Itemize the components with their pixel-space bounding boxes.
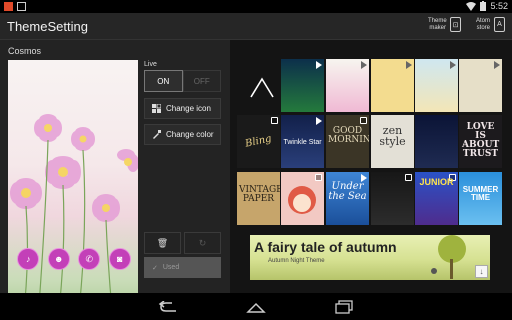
eyedropper-icon <box>153 130 161 139</box>
phone-dock-icon[interactable]: ✆ <box>78 248 101 270</box>
theme-grid: Bling Twinkle Star GOOD MORNING zen styl… <box>237 59 502 225</box>
recent-apps-icon <box>335 300 353 314</box>
live-label: Live <box>144 61 157 68</box>
mail-notification-icon <box>17 2 26 11</box>
page-title: ThemeSetting <box>7 19 88 34</box>
check-icon: ✓ <box>152 264 158 272</box>
theme-maker-label: Theme maker <box>428 17 447 31</box>
theme-tile[interactable] <box>371 59 414 112</box>
live-off-button[interactable]: OFF <box>182 70 221 92</box>
theme-maker-icon: ⊡ <box>450 17 461 32</box>
status-time: 5:52 <box>490 1 508 11</box>
delete-button[interactable]: 🗑 <box>144 232 181 254</box>
theme-tile[interactable] <box>371 172 414 225</box>
theme-tile[interactable]: Twinkle Star <box>281 115 324 168</box>
refresh-icon: ↻ <box>198 237 207 248</box>
screen: 5:52 ThemeSetting Theme maker ⊡ Atom sto… <box>0 0 512 320</box>
play-icon <box>450 61 456 69</box>
play-icon <box>406 61 412 69</box>
atom-store-button[interactable]: Atom store A <box>474 17 505 32</box>
play-icon <box>361 61 367 69</box>
theme-tile-title: Under the Sea <box>328 181 367 202</box>
navigation-bar <box>0 293 512 320</box>
current-theme-panel: Cosmos ♪ ☻ ✆ ◙ Live ON OFF Change icon C… <box>0 40 230 320</box>
copy-icon <box>360 117 367 124</box>
theme-tile-title: LOVE IS ABOUT TRUST <box>462 122 500 159</box>
app-notification-icon <box>4 2 13 11</box>
theme-tile[interactable] <box>459 59 502 112</box>
featured-banner[interactable]: A fairy tale of autumn Autumn Night Them… <box>250 235 490 280</box>
theme-tile[interactable] <box>281 59 324 112</box>
theme-tile[interactable] <box>415 115 458 168</box>
change-color-button[interactable]: Change color <box>144 124 221 145</box>
cartoon-girl-image <box>288 186 316 214</box>
copy-icon <box>405 174 412 181</box>
theme-tile[interactable] <box>281 172 324 225</box>
download-icon[interactable]: ↓ <box>475 265 488 278</box>
banner-title: A fairy tale of autumn <box>254 239 397 255</box>
theme-name: Cosmos <box>8 46 42 56</box>
used-button[interactable]: ✓ Used <box>144 257 221 278</box>
theme-maker-button[interactable]: Theme maker ⊡ <box>428 17 461 32</box>
theme-tile-title: JUNIOR <box>419 177 454 187</box>
play-icon <box>494 61 500 69</box>
grid-icon <box>152 104 161 113</box>
theme-tile-title: SUMMER TIME <box>462 185 499 202</box>
action-bar: ThemeSetting Theme maker ⊡ Atom store A <box>0 13 512 40</box>
theme-tile-title: VINTAGE PAPER <box>239 185 280 204</box>
theme-tile[interactable]: Under the Sea <box>326 172 369 225</box>
theme-tile[interactable]: JUNIOR <box>415 172 458 225</box>
battery-icon <box>480 1 487 11</box>
live-toggle[interactable]: ON OFF <box>144 70 221 92</box>
camera-dock-icon[interactable]: ◙ <box>108 248 131 270</box>
theme-tile[interactable]: LOVE IS ABOUT TRUST <box>459 115 502 168</box>
cosmos-flowers-image <box>10 114 138 320</box>
play-icon <box>316 61 322 69</box>
home-button[interactable] <box>245 299 267 315</box>
atom-store-label: Atom store <box>475 17 490 31</box>
banner-subtitle: Autumn Night Theme <box>268 258 325 264</box>
copy-icon <box>271 117 278 124</box>
change-icon-label: Change icon <box>166 104 211 113</box>
back-icon <box>158 301 176 312</box>
wifi-icon <box>466 1 477 11</box>
dock: ♪ ☻ ✆ ◙ <box>13 245 135 273</box>
back-button[interactable] <box>157 299 179 315</box>
theme-tile[interactable]: GOOD MORNING <box>326 115 369 168</box>
theme-tile[interactable]: zen style <box>371 115 414 168</box>
change-color-label: Change color <box>166 130 214 139</box>
browser-dock-icon[interactable]: ☻ <box>47 248 70 270</box>
theme-tile[interactable]: VINTAGE PAPER <box>237 172 280 225</box>
recent-apps-button[interactable] <box>333 299 355 315</box>
store-icon: A <box>494 17 505 32</box>
theme-tile-title: GOOD MORNING <box>328 126 369 145</box>
live-on-button[interactable]: ON <box>144 70 183 92</box>
status-bar: 5:52 <box>0 0 512 13</box>
used-label: Used <box>162 264 180 271</box>
change-icon-button[interactable]: Change icon <box>144 98 221 119</box>
music-dock-icon[interactable]: ♪ <box>17 248 40 270</box>
theme-tile-title: Bling <box>244 133 273 150</box>
theme-tile-title: Twinkle Star <box>283 139 322 146</box>
theme-tile-title: zen style <box>379 124 406 148</box>
autumn-tree-image <box>431 235 466 279</box>
theme-tile[interactable]: SUMMER TIME <box>459 172 502 225</box>
theme-tile[interactable] <box>415 59 458 112</box>
play-icon <box>316 117 322 125</box>
theme-tile[interactable]: Bling <box>237 115 280 168</box>
trash-icon: 🗑 <box>156 237 169 248</box>
theme-preview[interactable]: ♪ ☻ ✆ ◙ <box>8 60 138 320</box>
theme-tile[interactable] <box>326 59 369 112</box>
restore-button[interactable]: ↻ <box>184 232 221 254</box>
home-icon <box>246 302 266 313</box>
